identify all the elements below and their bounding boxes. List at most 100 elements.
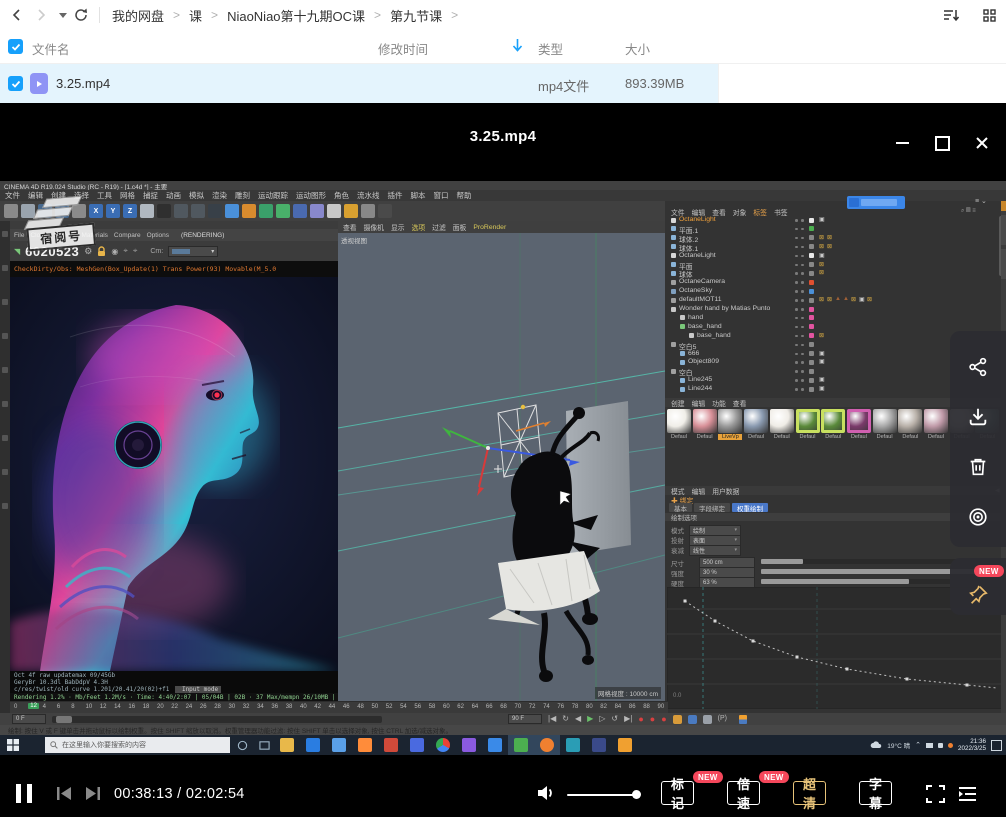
column-name[interactable]: 文件名 <box>32 39 70 58</box>
c4d-menu-item: 插件 <box>388 190 403 201</box>
delete-button[interactable] <box>963 452 993 482</box>
taskbar-app-icons <box>274 735 638 755</box>
taskbar-app-active[interactable] <box>508 735 534 755</box>
player-button-字幕[interactable]: 字幕 <box>859 781 892 805</box>
download-button[interactable] <box>963 402 993 432</box>
taskbar-app[interactable] <box>404 738 430 752</box>
sort-icon[interactable] <box>942 6 960 24</box>
c4d-titlebar: CINEMA 4D R19.024 Studio (RC - R19) - [1… <box>0 181 1006 190</box>
octane-info-line: Oct 4f raw updatemax 09/45Gb <box>14 672 338 679</box>
fullscreen-icon[interactable] <box>926 785 945 808</box>
select-all-checkbox[interactable] <box>8 39 23 54</box>
viewport-menu-item: 显示 <box>391 222 405 232</box>
ruler-frame-number: 30 <box>229 704 236 710</box>
watermark-number: 6020523 <box>25 244 79 259</box>
ruler-frame-number: 0 <box>14 704 17 710</box>
ruler-frame-number: 40 <box>300 704 307 710</box>
record-button[interactable] <box>963 502 993 532</box>
transport-button: ◀ <box>575 715 581 723</box>
taskbar-app[interactable] <box>326 738 352 752</box>
c4d-menu-item: 窗口 <box>434 190 449 201</box>
material-thumbnail-label: Defaul <box>898 434 922 440</box>
left-tool-icon <box>2 469 8 475</box>
forward-icon[interactable] <box>32 6 50 24</box>
transport-button: ▷ <box>599 715 605 723</box>
minimize-button[interactable] <box>891 133 913 153</box>
player-button-倍速[interactable]: 倍速 <box>727 781 760 805</box>
attribute-tab: 基本 <box>669 503 692 512</box>
picker-icon: ⌖ <box>133 246 138 256</box>
taskbar-app[interactable] <box>560 738 586 752</box>
record-button-icon: ● <box>661 715 666 723</box>
breadcrumb: 我的网盘>课>NiaoNiao第十九期OC课>第九节课> <box>112 0 458 30</box>
c4d-tool-button <box>378 204 392 218</box>
ruler-frame-number: 64 <box>472 704 479 710</box>
next-frame-button[interactable] <box>84 786 101 806</box>
grid-view-icon[interactable] <box>980 6 998 24</box>
share-button[interactable] <box>963 352 993 382</box>
left-tool-icon <box>2 299 8 305</box>
pause-button[interactable] <box>16 784 32 803</box>
refresh-icon[interactable] <box>72 6 90 24</box>
octane-info-line: c/res/twist/old curve 1.201/20.41/20(02)… <box>14 686 338 693</box>
breadcrumb-item[interactable]: NiaoNiao第十九期OC课 <box>227 6 365 25</box>
left-tool-icon <box>2 333 8 339</box>
maximize-button[interactable] <box>931 133 953 153</box>
volume-slider-handle[interactable] <box>632 790 641 799</box>
ruler-frame-number: 82 <box>600 704 607 710</box>
app-icon <box>592 738 606 752</box>
ruler-frame-number: 26 <box>200 704 207 710</box>
taskbar: 在这里输入你要搜索的内容 19°C 晴 ⌃ 21:36 2022/3/25 <box>0 735 1006 755</box>
breadcrumb-item[interactable]: 课 <box>189 6 202 25</box>
task-view-icon <box>259 740 270 751</box>
volume-icon[interactable] <box>537 784 556 807</box>
taskbar-app[interactable] <box>586 738 612 752</box>
c4d-tool-button <box>174 204 188 218</box>
volume-slider[interactable] <box>567 794 637 796</box>
c4d-menu-item: 模拟 <box>189 190 204 201</box>
file-row[interactable]: 3.25.mp4 mp4文件 893.39MB <box>0 64 718 103</box>
prev-frame-button[interactable] <box>56 786 73 806</box>
taskbar-app-active[interactable] <box>534 735 560 755</box>
pin-button[interactable] <box>963 580 993 610</box>
octane-info-line: GeryBr 10.3dl BabDdpV 4.3H <box>14 679 338 686</box>
taskbar-app[interactable] <box>378 738 404 752</box>
taskbar-app[interactable] <box>352 738 378 752</box>
player-button-标记[interactable]: 标记 <box>661 781 694 805</box>
ruler-frame-number: 62 <box>457 704 464 710</box>
material-thumbnail-label: Defaul <box>821 434 845 440</box>
taskbar-clock: 21:36 2022/3/25 <box>958 738 986 752</box>
new-badge: NEW <box>693 771 723 783</box>
column-type[interactable]: 类型 <box>538 39 563 58</box>
file-name[interactable]: 3.25.mp4 <box>56 76 110 91</box>
taskbar-app[interactable] <box>482 738 508 752</box>
file-row-empty-area <box>718 64 1006 103</box>
material-thumbnail <box>667 409 691 433</box>
taskbar-app[interactable] <box>456 738 482 752</box>
sort-desc-icon[interactable] <box>512 38 523 55</box>
player-button-超清[interactable]: 超清 <box>793 781 826 805</box>
taskbar-app[interactable] <box>430 738 456 752</box>
breadcrumb-item[interactable]: 我的网盘 <box>112 6 164 25</box>
c4d-tool-button: Z <box>123 204 137 218</box>
material-thumbnail-label: Defaul <box>693 434 717 440</box>
taskbar-app[interactable] <box>612 738 638 752</box>
history-dropdown-icon[interactable] <box>54 6 72 24</box>
close-button[interactable] <box>971 133 993 153</box>
ruler-frame-number: 88 <box>643 704 650 710</box>
octane-header <box>10 221 338 229</box>
playlist-icon[interactable] <box>957 785 978 808</box>
c4d-tool-button: X <box>89 204 103 218</box>
breadcrumb-item[interactable]: 第九节课 <box>390 6 442 25</box>
tray-icon <box>926 743 933 748</box>
row-checkbox[interactable] <box>8 76 23 91</box>
ruler-frame-number: 34 <box>257 704 264 710</box>
back-icon[interactable] <box>8 6 26 24</box>
field-label: 模式 <box>671 525 684 535</box>
taskbar-app[interactable] <box>300 738 326 752</box>
column-modified[interactable]: 修改时间 <box>378 39 428 58</box>
column-size[interactable]: 大小 <box>625 39 650 58</box>
taskbar-search: 在这里输入你要搜索的内容 <box>45 737 230 753</box>
resolution-label: Cm: <box>150 248 163 255</box>
taskbar-app[interactable] <box>274 738 300 752</box>
